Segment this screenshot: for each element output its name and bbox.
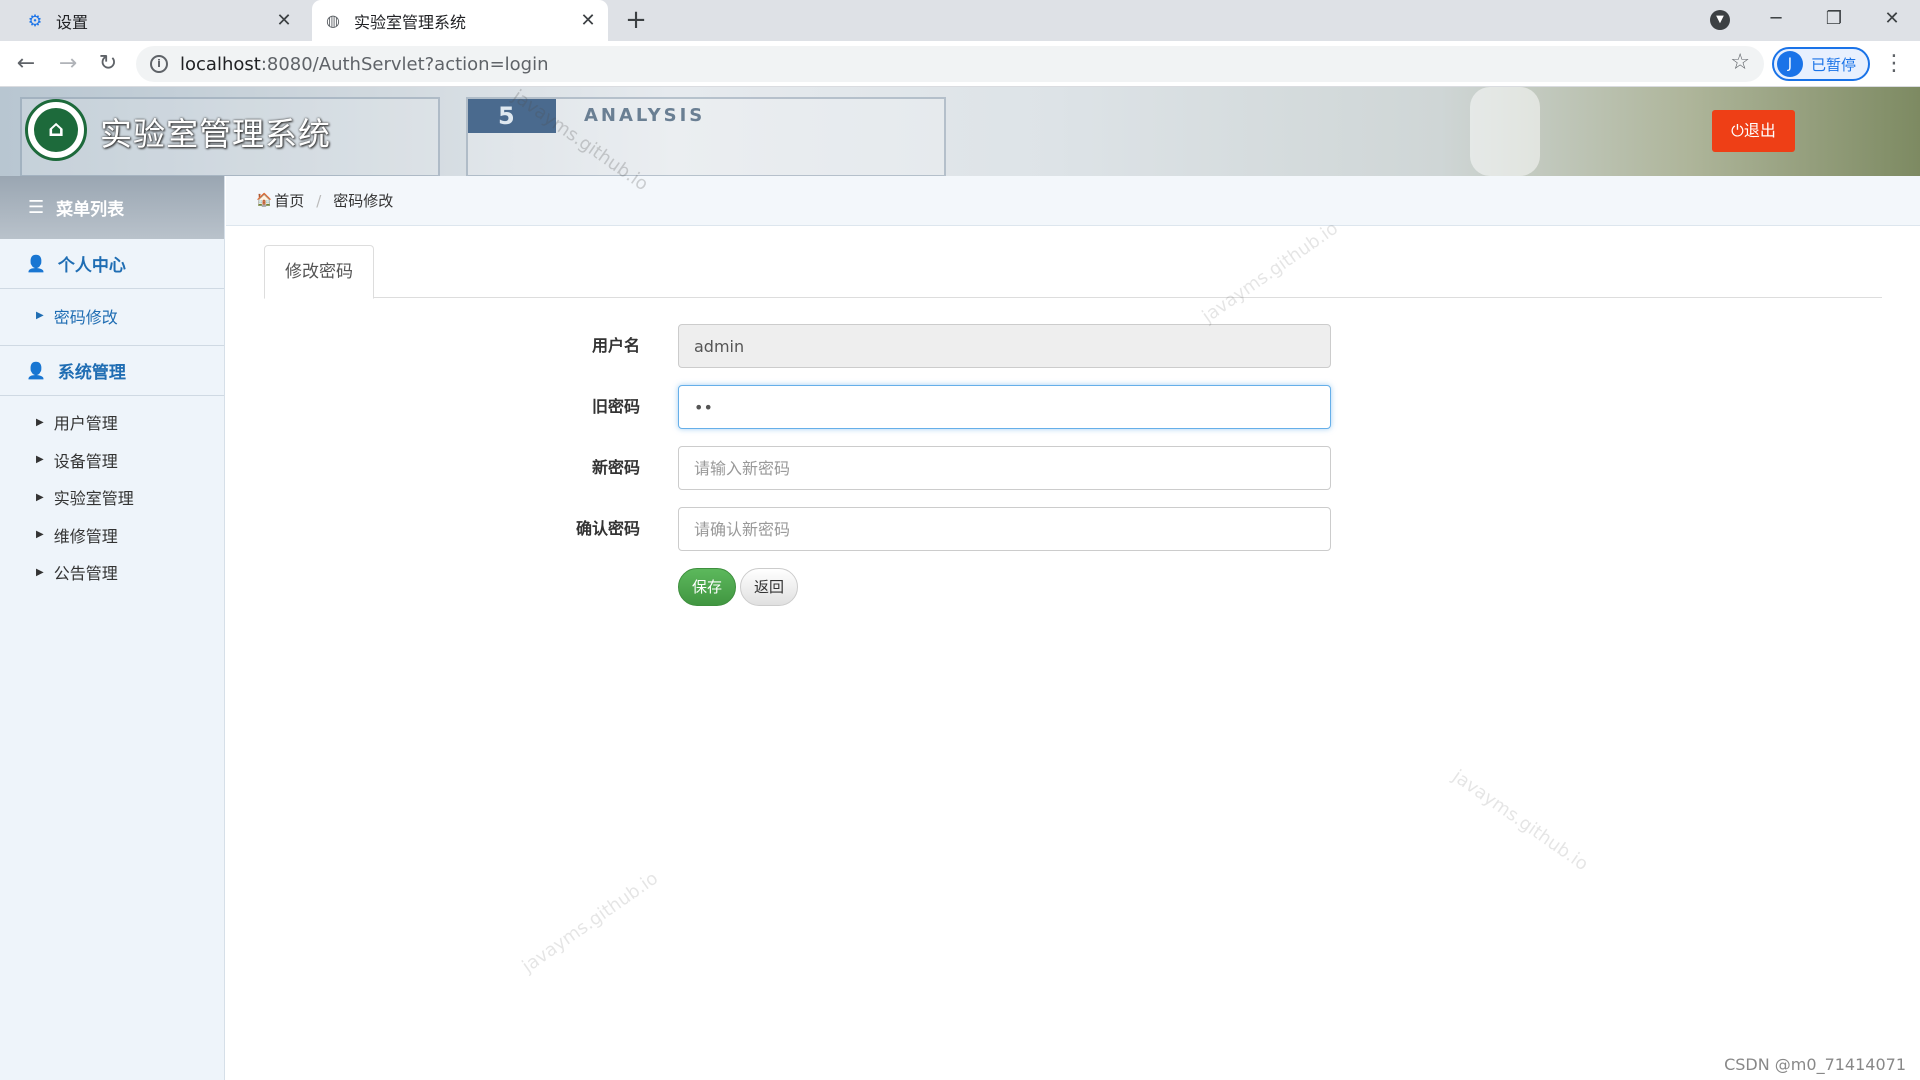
save-button[interactable]: 保存 — [678, 568, 736, 606]
sidebar: ☰ 菜单列表 👤 个人中心 ▶ 密码修改 👤 系统管理 ▶ 用户管理 ▶ 设备管… — [0, 176, 225, 1080]
url-text: localhost:8080/AuthServlet?action=login — [180, 54, 549, 75]
logout-button[interactable]: ⏻退出 — [1712, 110, 1795, 152]
header-deco-text: ANALYSIS — [584, 105, 706, 126]
browser-toolbar: ← → ↻ i localhost:8080/AuthServlet?actio… — [0, 41, 1920, 87]
tab-change-password[interactable]: 修改密码 — [264, 245, 374, 299]
sidebar-item-label: 公告管理 — [53, 564, 118, 584]
sidebar-item-users[interactable]: ▶ 用户管理 — [0, 404, 224, 442]
url-host: localhost — [180, 53, 261, 75]
header-background-decoration — [1470, 87, 1540, 176]
sidebar-item-repairs[interactable]: ▶ 维修管理 — [0, 516, 224, 554]
university-logo: ⌂ — [25, 99, 87, 161]
sidebar-item-label: 密码修改 — [53, 307, 118, 327]
confirm-password-field[interactable] — [678, 507, 1331, 551]
url-path: :8080/AuthServlet?action=login — [260, 53, 549, 75]
browser-menu-icon[interactable]: ⋮ — [1882, 49, 1906, 79]
browser-tab-strip: ⚙ 设置 ✕ ◍ 实验室管理系统 ✕ + ▼ ─ ❐ ✕ — [0, 0, 1920, 41]
sidebar-item-label: 设备管理 — [53, 451, 118, 471]
minimize-icon[interactable]: ─ — [1748, 0, 1804, 41]
back-icon[interactable]: ← — [10, 48, 42, 80]
username-field[interactable] — [678, 324, 1331, 368]
user-icon: 👤 — [26, 360, 46, 380]
form-tab-bar: 修改密码 — [264, 245, 1882, 299]
breadcrumb-separator: / — [316, 191, 322, 210]
new-tab-button[interactable]: + — [622, 4, 650, 36]
sidebar-header: ☰ 菜单列表 — [0, 176, 224, 239]
sidebar-item-devices[interactable]: ▶ 设备管理 — [0, 441, 224, 479]
sidebar-item-label: 实验室管理 — [53, 489, 134, 509]
caret-right-icon: ▶ — [36, 310, 44, 322]
user-icon: 👤 — [26, 254, 46, 273]
caret-right-icon: ▶ — [36, 529, 44, 541]
info-icon[interactable]: i — [150, 55, 168, 73]
caret-right-icon: ▶ — [36, 416, 44, 428]
bookmark-star-icon[interactable]: ☆ — [1730, 50, 1750, 75]
sidebar-group-label: 个人中心 — [57, 256, 126, 276]
tab-title: 实验室管理系统 — [354, 12, 467, 32]
logo-emblem-icon: ⌂ — [34, 108, 78, 152]
restore-icon[interactable]: ❐ — [1806, 0, 1862, 41]
old-password-label: 旧密码 — [591, 397, 640, 416]
caret-right-icon: ▶ — [36, 566, 44, 578]
browser-tab-settings[interactable]: ⚙ 设置 ✕ — [14, 0, 304, 41]
sidebar-item-label: 维修管理 — [53, 526, 118, 546]
username-label: 用户名 — [591, 336, 640, 355]
sidebar-submenu-system: ▶ 用户管理 ▶ 设备管理 ▶ 实验室管理 ▶ 维修管理 ▶ 公告管理 — [0, 396, 224, 602]
watermark: javayms.github.io — [518, 867, 662, 978]
globe-icon: ◍ — [326, 11, 340, 30]
sidebar-group-personal[interactable]: 👤 个人中心 — [0, 239, 224, 289]
sidebar-item-password-change[interactable]: ▶ 密码修改 — [0, 297, 224, 335]
breadcrumb-home-link[interactable]: 首页 — [274, 190, 304, 211]
new-password-field[interactable] — [678, 446, 1331, 490]
watermark: javayms.github.io — [1448, 765, 1592, 876]
caret-right-icon: ▶ — [36, 454, 44, 466]
form-row-username: 用户名 — [540, 324, 1340, 368]
address-bar[interactable]: i localhost:8080/AuthServlet?action=logi… — [136, 46, 1764, 82]
form-row-new-password: 新密码 — [540, 446, 1340, 490]
old-password-field[interactable] — [678, 385, 1331, 429]
profile-button[interactable]: J 已暂停 — [1772, 47, 1870, 81]
breadcrumb-current: 密码修改 — [333, 192, 394, 210]
forward-icon[interactable]: → — [52, 48, 84, 80]
form-row-old-password: 旧密码 — [540, 385, 1340, 429]
avatar: J — [1777, 51, 1803, 77]
new-password-label: 新密码 — [591, 458, 640, 477]
home-icon: 🏠 — [256, 193, 273, 208]
close-icon[interactable]: ✕ — [270, 10, 298, 31]
gear-icon: ⚙ — [27, 11, 43, 30]
tab-title: 设置 — [56, 12, 89, 32]
menu-list-icon: ☰ — [28, 197, 45, 218]
profile-status: 已暂停 — [1811, 55, 1857, 74]
logout-label: 退出 — [1743, 121, 1776, 140]
back-button[interactable]: 返回 — [740, 568, 798, 606]
breadcrumb: 🏠 首页 / 密码修改 — [226, 176, 1920, 226]
form-row-confirm-password: 确认密码 — [540, 507, 1340, 551]
sidebar-submenu-personal: ▶ 密码修改 — [0, 289, 224, 346]
sidebar-title: 菜单列表 — [56, 200, 125, 220]
sidebar-item-announcements[interactable]: ▶ 公告管理 — [0, 554, 224, 592]
close-icon[interactable]: ✕ — [574, 10, 602, 31]
reload-icon[interactable]: ↻ — [92, 48, 124, 80]
tab-search-icon[interactable]: ▼ — [1710, 10, 1730, 30]
sidebar-item-label: 用户管理 — [53, 414, 118, 434]
browser-tab-lab-system[interactable]: ◍ 实验室管理系统 ✕ — [312, 0, 608, 41]
caret-right-icon: ▶ — [36, 491, 44, 503]
sidebar-item-labs[interactable]: ▶ 实验室管理 — [0, 479, 224, 517]
sidebar-group-label: 系统管理 — [57, 362, 126, 383]
power-icon: ⏻ — [1731, 121, 1744, 140]
footer-credit: CSDN @m0_71414071 — [1724, 1055, 1906, 1074]
sidebar-group-system[interactable]: 👤 系统管理 — [0, 346, 224, 396]
window-close-icon[interactable]: ✕ — [1864, 0, 1920, 41]
app-header: 5 ANALYSIS ⌂ 实验室管理系统 ⏻退出 — [0, 87, 1920, 176]
confirm-password-label: 确认密码 — [575, 519, 640, 538]
app-title: 实验室管理系统 — [100, 115, 332, 153]
